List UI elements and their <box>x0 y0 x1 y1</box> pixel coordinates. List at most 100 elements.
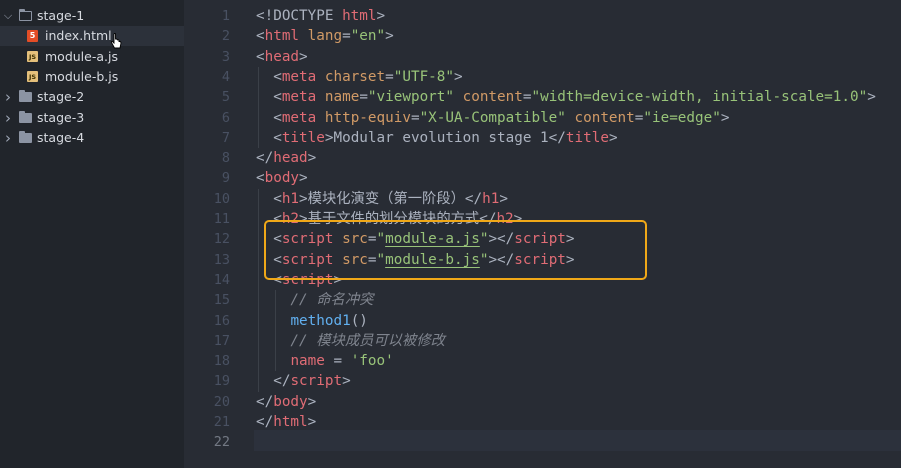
code-token: h1 <box>482 190 500 207</box>
code-token: // 模块成员可以被修改 <box>256 332 445 349</box>
line-number: 20 <box>213 393 230 410</box>
code-line: <html lang="en"> <box>256 26 394 46</box>
code-token: "viewport" <box>367 89 454 106</box>
tree-item-label: stage-2 <box>37 89 85 105</box>
code-line: // 命名冲突 <box>256 290 373 310</box>
code-line: </body> <box>256 392 316 412</box>
indent-guide <box>258 66 259 149</box>
line-number: 9 <box>221 170 230 187</box>
folder-icon <box>19 130 32 143</box>
code-token: lang <box>307 28 343 45</box>
code-token: html <box>342 8 377 24</box>
code-token: h1 <box>281 190 300 207</box>
code-token: body <box>264 170 300 187</box>
line-number: 16 <box>213 312 230 329</box>
code-token: content <box>574 109 635 126</box>
folder-icon <box>19 110 32 123</box>
line-number: 11 <box>213 211 230 227</box>
code-token: > <box>307 150 317 167</box>
code-token: html <box>273 414 308 430</box>
code-token: > <box>376 8 386 24</box>
code-token: head <box>264 48 300 65</box>
code-token: meta <box>281 68 317 85</box>
code-token: html <box>264 28 300 45</box>
line-number-gutter: 1 2 3 4 5 6 7 8 9 10 11 12 13 14 15 16 17 18 19 20 21 22 <box>184 0 254 468</box>
code-token: body <box>273 393 308 410</box>
code-token: > <box>299 48 308 65</box>
folder-stage-4[interactable]: › stage-4 <box>0 128 184 148</box>
code-token: > <box>608 129 618 146</box>
code-token: name <box>290 353 325 370</box>
code-token: charset <box>324 68 386 85</box>
code-token: "ie=edge" <box>643 109 721 126</box>
line-number: 5 <box>221 89 230 106</box>
folder-icon <box>19 90 32 103</box>
code-token: < <box>256 68 282 85</box>
line-number: 2 <box>221 28 230 45</box>
code-token: < <box>256 190 282 207</box>
line-number: 1 <box>221 8 230 24</box>
line-number: 17 <box>213 332 230 349</box>
code-token: <!DOCTYPE <box>256 8 343 24</box>
line-number: 18 <box>213 353 230 370</box>
code-token: </ <box>256 373 291 390</box>
code-line: method1() <box>256 311 368 331</box>
code-token: > <box>342 373 351 390</box>
file-module-a-js[interactable]: JS module-a.js <box>0 47 184 67</box>
code-token: = <box>342 28 351 45</box>
code-token: title <box>281 129 325 146</box>
chevron-right-icon[interactable]: › <box>3 128 13 148</box>
code-token: content <box>462 89 523 106</box>
tree-item-label: module-a.js <box>45 48 118 64</box>
code-line: <meta charset="UTF-8"> <box>256 67 462 87</box>
code-token: "width=device-width, initial-scale=1.0" <box>531 89 868 106</box>
code-token: > <box>299 170 308 187</box>
line-number: 13 <box>213 251 230 268</box>
file-index-html[interactable]: 5 index.html <box>0 26 184 47</box>
code-token: < <box>256 89 282 106</box>
line-number: 10 <box>213 190 230 207</box>
code-token: > <box>499 190 508 207</box>
code-line: <head> <box>256 47 308 67</box>
file-module-b-js[interactable]: JS module-b.js <box>0 67 184 87</box>
code-line: </html> <box>256 412 316 432</box>
code-line: <title>Modular evolution stage 1</title> <box>256 128 618 148</box>
code-token: "en" <box>350 28 386 45</box>
code-line: <!DOCTYPE html> <box>256 6 385 26</box>
folder-stage-3[interactable]: › stage-3 <box>0 108 184 128</box>
code-token: = <box>359 89 368 106</box>
line-number: 6 <box>221 109 230 126</box>
code-token: () <box>350 312 368 329</box>
code-line: </head> <box>256 148 316 168</box>
code-token: "X-UA-Compatible" <box>419 109 566 126</box>
code-token: script <box>290 373 343 390</box>
tree-item-label: stage-1 <box>37 8 85 23</box>
chevron-down-icon[interactable]: ⌵ <box>3 6 13 26</box>
line-number: 14 <box>213 271 230 288</box>
code-line: // 模块成员可以被修改 <box>256 331 445 351</box>
line-number: 15 <box>213 292 230 309</box>
code-token: > <box>307 393 317 410</box>
code-token: > <box>867 89 876 106</box>
code-token: title <box>565 129 609 146</box>
code-line: <body> <box>256 168 308 188</box>
line-number: 4 <box>221 68 230 85</box>
folder-stage-2[interactable]: › stage-2 <box>0 87 184 107</box>
code-token: > <box>385 28 394 45</box>
line-number: 7 <box>221 129 230 146</box>
code-token: = <box>410 109 420 126</box>
code-token: >模块化演变（第一阶段）</ <box>299 190 483 207</box>
code-token: http-equiv <box>324 109 411 126</box>
js-file-icon: JS <box>27 70 38 82</box>
code-token: // 命名冲突 <box>256 292 374 309</box>
folder-stage-1[interactable]: ⌵ stage-1 <box>0 6 184 26</box>
chevron-right-icon[interactable]: › <box>3 87 13 107</box>
chevron-right-icon[interactable]: › <box>3 108 13 128</box>
code-token: = <box>324 353 351 370</box>
js-file-icon: JS <box>27 50 38 62</box>
annotation-highlight-box <box>264 220 647 280</box>
